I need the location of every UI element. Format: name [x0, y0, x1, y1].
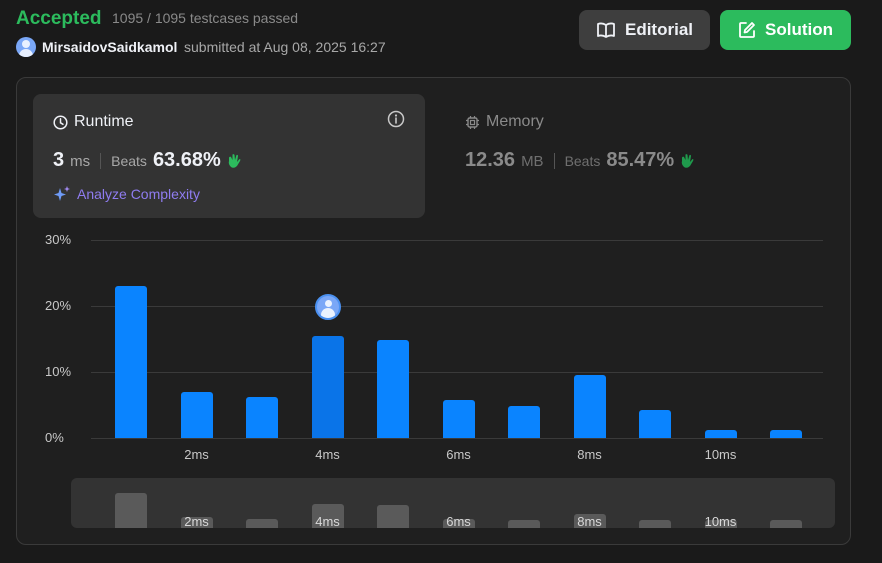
- y-tick-label: 20%: [45, 298, 72, 313]
- submitted-time: submitted at Aug 08, 2025 16:27: [184, 39, 386, 55]
- edit-icon: [739, 22, 755, 38]
- bar[interactable]: [508, 406, 540, 438]
- gridline: [91, 306, 823, 307]
- memory-card[interactable]: Memory 12.36 MB Beats 85.47%: [445, 94, 837, 218]
- bar[interactable]: [704, 430, 737, 438]
- clap-icon: [681, 153, 694, 168]
- overview-tick-label: 2ms: [184, 514, 209, 528]
- analyze-complexity-label: Analyze Complexity: [77, 186, 200, 202]
- y-tick-label: 0%: [45, 430, 64, 445]
- solution-label: Solution: [765, 20, 833, 39]
- bar[interactable]: [377, 340, 409, 438]
- editorial-button[interactable]: Editorial: [579, 10, 710, 50]
- bar[interactable]: [770, 430, 802, 438]
- overview-bar: [770, 520, 802, 528]
- overview-bar: [508, 520, 540, 528]
- bar[interactable]: [180, 391, 213, 438]
- clock-icon: [53, 114, 68, 130]
- x-tick-label: 4ms: [315, 447, 340, 462]
- overview-bar: [639, 520, 671, 528]
- overview-bar: [246, 518, 278, 528]
- bar[interactable]: [442, 400, 475, 438]
- y-tick-label: 10%: [45, 364, 72, 379]
- runtime-beats-label: Beats: [111, 153, 147, 169]
- y-tick-label: 30%: [45, 232, 72, 247]
- bar[interactable]: [639, 409, 671, 438]
- memory-metric: 12.36 MB Beats 85.47%: [465, 149, 696, 172]
- x-tick-label: 10ms: [704, 447, 737, 462]
- sparkle-icon: [54, 186, 70, 201]
- stats-panel: Runtime 3 ms Beats 63.68% Analyze Comple…: [16, 77, 851, 545]
- runtime-title: Runtime: [53, 113, 134, 131]
- overview-tick-label: 6ms: [446, 514, 471, 528]
- divider: [100, 152, 102, 169]
- user-avatar-icon[interactable]: [314, 293, 341, 320]
- bar[interactable]: [246, 397, 278, 438]
- info-icon[interactable]: [387, 110, 405, 128]
- memory-title-text: Memory: [486, 113, 544, 130]
- x-tick-label: 8ms: [577, 447, 602, 462]
- solution-button[interactable]: Solution: [720, 10, 851, 50]
- overview-bar: [115, 493, 147, 528]
- editorial-label: Editorial: [624, 20, 693, 39]
- runtime-card[interactable]: Runtime 3 ms Beats 63.68% Analyze Comple…: [33, 94, 425, 218]
- clap-icon: [228, 153, 241, 168]
- runtime-metric: 3 ms Beats 63.68%: [53, 149, 243, 172]
- runtime-beats-percent: 63.68%: [152, 149, 221, 171]
- overview-tick-label: 10ms: [704, 514, 737, 528]
- chart-range-overview[interactable]: 2ms 4ms 6ms 8ms 10ms: [71, 478, 835, 528]
- x-tick-label: 2ms: [184, 447, 209, 462]
- x-tick-label: 6ms: [446, 447, 471, 462]
- overview-tick-label: 8ms: [577, 514, 602, 528]
- runtime-unit: ms: [70, 153, 91, 170]
- gridline: [91, 372, 823, 373]
- analyze-complexity-link[interactable]: Analyze Complexity: [53, 185, 200, 203]
- chip-icon: [466, 115, 479, 129]
- memory-beats-label: Beats: [564, 153, 601, 169]
- overview-tick-label: 4ms: [315, 514, 340, 528]
- book-open-icon: [597, 22, 615, 38]
- overview-bar: [377, 505, 409, 528]
- username-link[interactable]: MirsaidovSaidkamol: [42, 39, 177, 55]
- divider: [553, 152, 555, 169]
- user-avatar-icon[interactable]: [16, 37, 36, 57]
- runtime-title-text: Runtime: [74, 113, 134, 130]
- memory-title: Memory: [465, 113, 544, 131]
- bar[interactable]: [573, 375, 606, 438]
- runtime-distribution-chart: 30% 20% 10% 0% 2ms 4ms 6ms 8ms 10ms: [17, 223, 850, 463]
- bar-current-submission[interactable]: [311, 335, 344, 438]
- status-accepted: Accepted: [16, 8, 102, 29]
- memory-value: 12.36: [465, 149, 516, 171]
- testcases-passed: 1095 / 1095 testcases passed: [112, 10, 299, 26]
- gridline: [91, 240, 823, 241]
- gridline: [91, 438, 823, 439]
- runtime-value: 3: [53, 149, 65, 171]
- memory-beats-percent: 85.47%: [606, 149, 675, 171]
- bar[interactable]: [115, 286, 147, 438]
- memory-unit: MB: [521, 153, 544, 170]
- submission-header: Accepted 1095 / 1095 testcases passed Mi…: [16, 6, 866, 62]
